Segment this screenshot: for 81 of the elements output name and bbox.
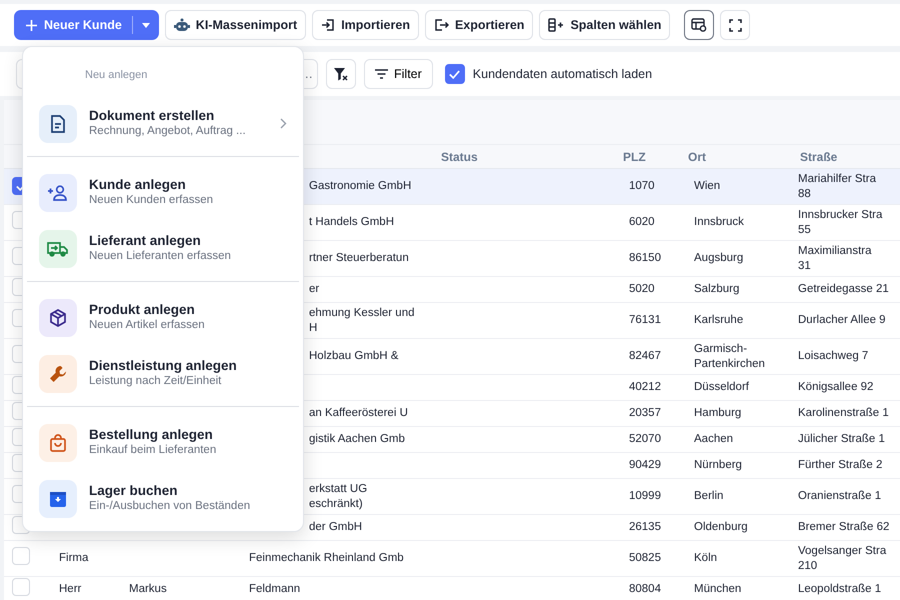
table-cell: Wien [676,168,788,204]
table-cell: 86150 [611,240,676,276]
box-icon [49,308,67,326]
table-cell: 50825 [611,540,676,576]
table-cell: München [676,576,788,600]
table-cell: 90429 [611,452,676,478]
clear-filter-button[interactable] [326,59,356,89]
table-cell: Karolinenstraße 1 [788,400,900,426]
table-cell: Markus [117,576,237,600]
table-cell: 20357 [611,400,676,426]
table-cell: Firma [47,540,117,576]
toolbar-button[interactable]: Importieren [312,10,419,40]
table-cell: 1070 [611,168,676,204]
table-cell: Innsbruck [676,204,788,240]
toolbar-button[interactable]: KI-Massenimport [164,10,306,40]
table-cell: 82467 [611,338,676,374]
table-cell: Durlacher Allee 9 [788,302,900,338]
shopping-bag-icon [49,434,67,452]
archive-icon [49,490,67,508]
table-cell: Jülicher Straße 1 [788,426,900,452]
table-cell: Bremer Straße 62 [788,514,900,540]
table-cell: Berlin [676,478,788,514]
caret-icon [142,22,150,28]
new-customer-button[interactable]: Neuer Kunde [14,10,159,40]
table-cell: Innsbrucker Stra 55 [788,204,900,240]
table-cell: Düsseldorf [676,374,788,400]
table-cell: 52070 [611,426,676,452]
table-cell: 26135 [611,514,676,540]
table-cell: Hamburg [676,400,788,426]
table-cell: 10999 [611,478,676,514]
import-icon [321,18,336,32]
document-icon [50,114,66,132]
table-cell: Getreidegasse 21 [788,276,900,302]
table-cell: Salzburg [676,276,788,302]
table-cell: 5020 [611,276,676,302]
table-cell: Feinmechanik Rheinland Gmb [237,540,429,576]
table-settings-button[interactable] [684,10,714,40]
table-cell: Herr [47,576,117,600]
table-cell: Königsallee 92 [788,374,900,400]
table-cell: Feldmann [237,576,429,600]
table-cell: Köln [676,540,788,576]
filter-icon [375,69,388,79]
fullscreen-button[interactable] [720,10,750,40]
plus-icon [26,20,37,30]
column-header: PLZ [611,144,676,168]
table-cell: Loisachweg 7 [788,338,900,374]
filter-clear-icon [334,68,348,80]
column-header: Status [429,144,611,168]
table-cell: Karlsruhe [676,302,788,338]
filter-button[interactable]: Filter [364,59,433,89]
auto-load-checkbox[interactable] [444,64,465,84]
checkbox-label: Kundendaten automatisch laden [472,66,652,83]
table-cell: Oldenburg [676,514,788,540]
export-icon [434,18,449,32]
menu-heading: Neu anlegen [84,68,148,83]
truck-icon [47,240,69,256]
table-cell: 80804 [611,576,676,600]
column-header: Straße [788,144,900,168]
table-cell: 76131 [611,302,676,338]
table-settings-icon [691,18,708,32]
table-cell: Leopoldstraße 1 [788,576,900,600]
table-cell: Nürnberg [676,452,788,478]
table-cell: Garmisch- Partenkirchen [676,338,788,374]
table-cell: Vogelsanger Stra 210 [788,540,900,576]
table-cell: Augsburg [676,240,788,276]
table-cell: Maximilianstra 31 [788,240,900,276]
columns-icon [548,18,564,32]
table-cell: Mariahilfer Stra 88 [788,168,900,204]
column-header: Ort [676,144,788,168]
table-cell: Oranienstraße 1 [788,478,900,514]
person-add-icon [47,184,69,200]
table-cell: 40212 [611,374,676,400]
fullscreen-icon [728,18,742,32]
toolbar-button[interactable]: Spalten wählen [539,10,670,40]
table-cell: Fürther Straße 2 [788,452,900,478]
table-cell: Aachen [676,426,788,452]
robot-icon [174,18,190,32]
table-cell: 6020 [611,204,676,240]
toolbar-button[interactable]: Exportieren [424,10,534,40]
check-icon [449,70,460,78]
wrench-icon [49,364,67,382]
